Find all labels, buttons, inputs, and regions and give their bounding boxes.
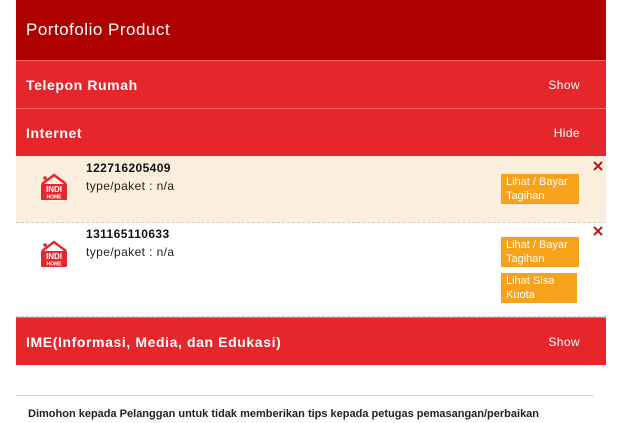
hide-toggle[interactable]: Hide (554, 126, 580, 140)
view-quota-button[interactable]: Lihat Sisa Kuota (501, 273, 577, 303)
section-title: Internet (26, 124, 83, 141)
close-icon[interactable] (592, 225, 604, 237)
view-pay-bill-button[interactable]: Lihat / Bayar Tagihan (501, 174, 579, 204)
panel-header: Portofolio Product (16, 0, 606, 60)
section-title: Telepon Rumah (26, 76, 138, 93)
page-title: Portofolio Product (26, 20, 171, 39)
svg-text:HOME: HOME (47, 262, 63, 268)
section-title: IME(Informasi, Media, dan Edukasi) (26, 333, 282, 350)
section-ime[interactable]: IME(Informasi, Media, dan Edukasi) Show (16, 317, 606, 365)
list-item: INDI HOME 122716205409 type/paket : n/a … (16, 156, 606, 223)
service-number: 122716205409 (86, 161, 171, 175)
section-internet[interactable]: Internet Hide (16, 108, 606, 156)
section-telepon-rumah[interactable]: Telepon Rumah Show (16, 60, 606, 108)
service-number: 131165110633 (86, 227, 170, 241)
svg-text:INDI: INDI (46, 252, 62, 261)
service-type: type/paket : n/a (86, 179, 175, 193)
svg-text:HOME: HOME (47, 195, 63, 201)
list-item: INDI HOME 131165110633 type/paket : n/a … (16, 223, 606, 317)
show-toggle[interactable]: Show (548, 335, 580, 349)
portfolio-panel: Portofolio Product Telepon Rumah Show In… (16, 0, 606, 365)
indihome-logo-icon: INDI HOME (41, 240, 67, 268)
show-toggle[interactable]: Show (548, 78, 580, 92)
indihome-logo-icon: INDI HOME (41, 173, 67, 201)
close-icon[interactable] (592, 160, 604, 172)
svg-text:INDI: INDI (46, 185, 62, 194)
divider (16, 395, 594, 396)
service-type: type/paket : n/a (86, 245, 175, 259)
view-pay-bill-button[interactable]: Lihat / Bayar Tagihan (501, 237, 579, 267)
notice-text: Dimohon kepada Pelanggan untuk tidak mem… (28, 408, 540, 420)
